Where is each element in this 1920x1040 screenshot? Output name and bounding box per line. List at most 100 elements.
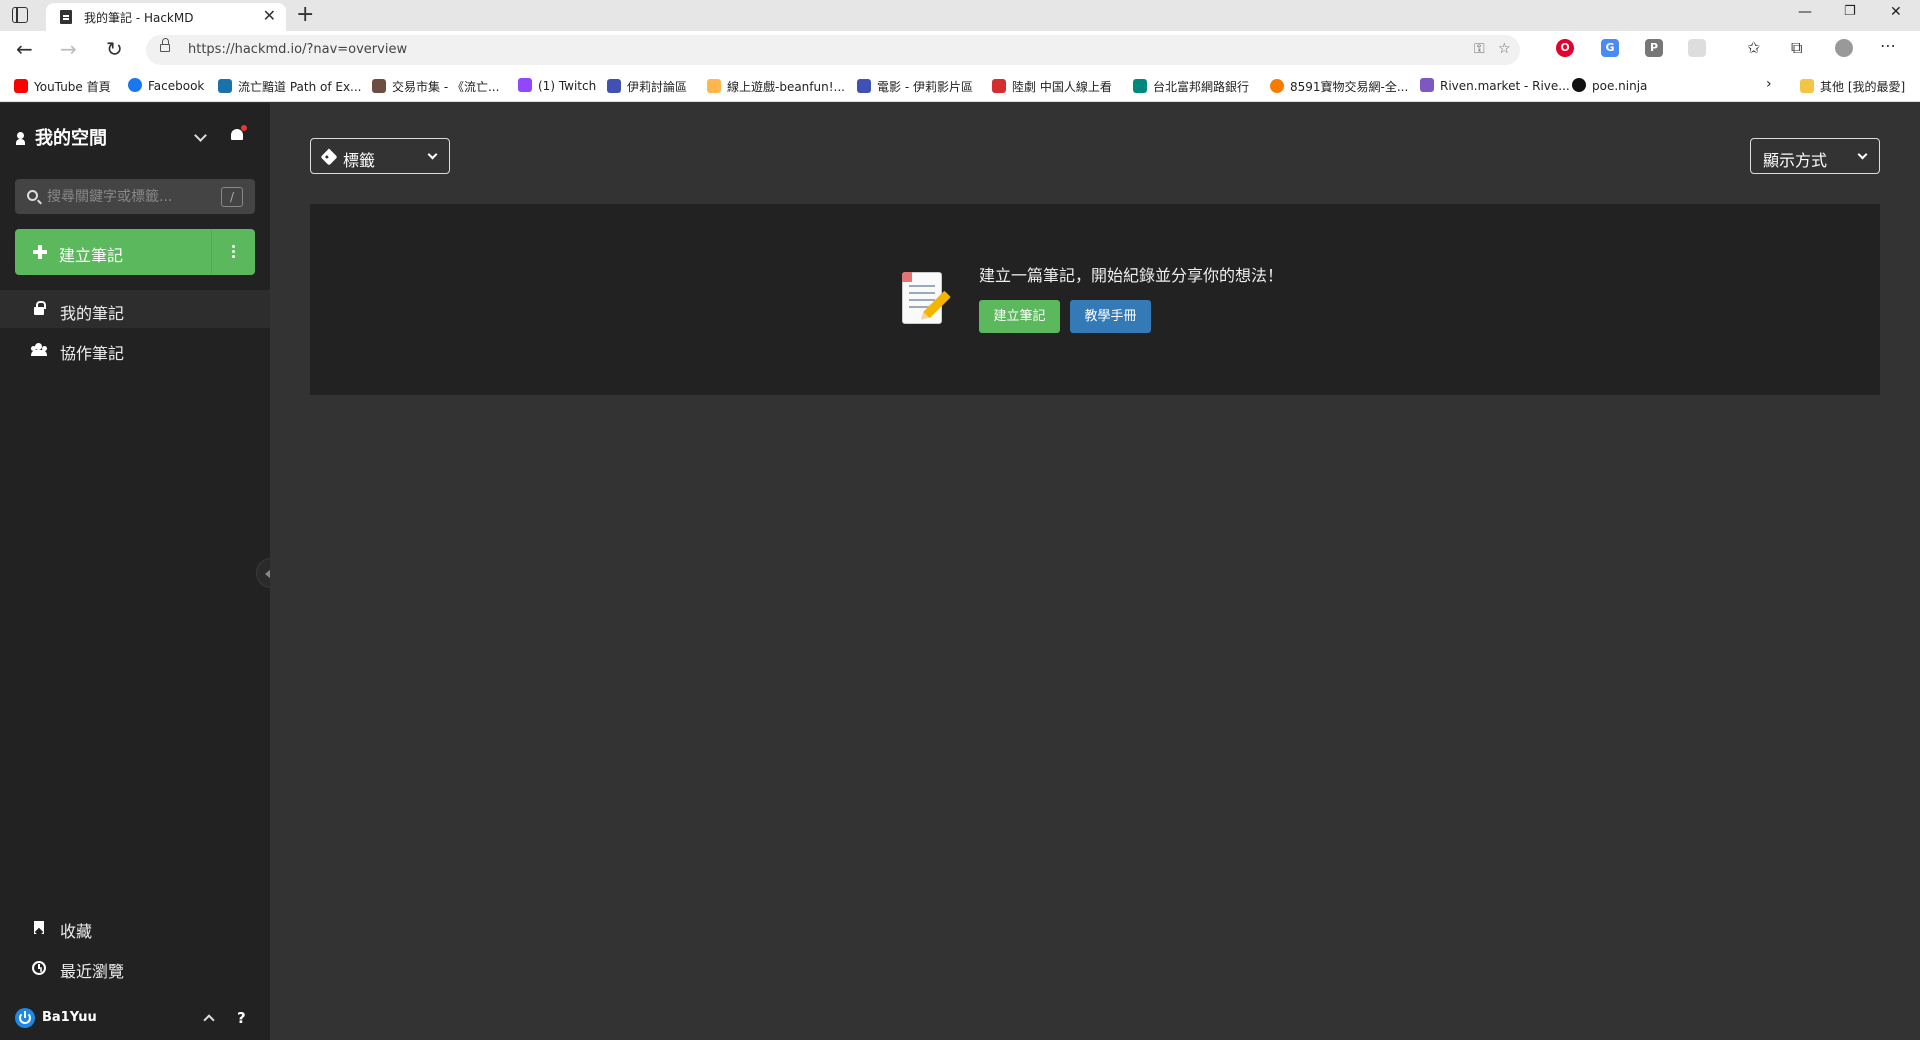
- bookmark-item[interactable]: 8591寶物交易網-全...: [1270, 78, 1408, 95]
- eyny-icon: [607, 79, 621, 93]
- bookmark-item[interactable]: 流亡黯道 Path of Ex...: [218, 78, 362, 95]
- p-extension-icon[interactable]: P: [1645, 39, 1663, 57]
- window-close-icon[interactable]: ✕: [1890, 4, 1902, 20]
- chevron-down-icon: [427, 149, 438, 160]
- bookmark-label: 台北富邦網路銀行: [1153, 80, 1250, 94]
- eyny-icon: [857, 79, 871, 93]
- document-icon: [60, 10, 72, 24]
- bell-icon[interactable]: [230, 125, 247, 142]
- bookmark-item[interactable]: YouTube 首頁: [14, 78, 111, 95]
- empty-state-panel: 建立一篇筆記，開始紀錄並分享你的想法！ 建立筆記 教學手冊: [310, 204, 1880, 395]
- bookmark-label: 交易市集 - 《流亡...: [392, 80, 500, 94]
- sidebar-item-label: 收藏: [60, 922, 93, 941]
- tab-actions-icon[interactable]: [12, 7, 28, 23]
- bookmark-label: Riven.market - Rive...: [1440, 79, 1570, 93]
- more-menu-icon[interactable]: ⋯: [1880, 36, 1896, 55]
- twitch-icon: [518, 78, 532, 92]
- 8591-icon: [1270, 79, 1284, 93]
- reload-icon[interactable]: ↻: [106, 38, 123, 60]
- close-tab-icon[interactable]: ✕: [263, 7, 276, 25]
- riven-icon: [1420, 78, 1434, 92]
- sidebar-item-label: 最近瀏覽: [60, 962, 125, 981]
- new-tab-button[interactable]: +: [296, 2, 314, 28]
- users-icon: [30, 343, 48, 357]
- folder-icon: [1800, 79, 1814, 93]
- url-text[interactable]: https://hackmd.io/?nav=overview: [188, 42, 407, 57]
- new-note-button[interactable]: 建立筆記: [15, 229, 211, 275]
- chevron-down-icon: [1857, 149, 1868, 160]
- facebook-icon: [128, 78, 142, 92]
- trade-icon: [372, 79, 386, 93]
- poe-ninja-icon: [1572, 78, 1586, 92]
- new-note-options-button[interactable]: [211, 229, 255, 275]
- restore-icon[interactable]: ❐: [1844, 4, 1856, 19]
- opera-extension-icon[interactable]: O: [1556, 39, 1574, 57]
- bookmark-label: YouTube 首頁: [34, 80, 111, 94]
- more-vertical-icon: [232, 245, 235, 248]
- space-title[interactable]: 我的空間: [16, 124, 107, 150]
- bookmark-label: 陸劇 中国人線上看: [1012, 80, 1112, 94]
- sidebar-item-team-notes[interactable]: 協作筆記: [0, 330, 270, 368]
- bookmark-item[interactable]: 交易市集 - 《流亡...: [372, 78, 499, 95]
- bookmark-label: 8591寶物交易網-全...: [1290, 80, 1409, 94]
- clock-icon: [32, 961, 46, 975]
- bookmark-item[interactable]: (1) Twitch: [518, 78, 596, 93]
- bookmark-item[interactable]: 線上遊戲-beanfun!...: [707, 78, 845, 95]
- extension-icon[interactable]: [1688, 39, 1706, 57]
- bookmarks-overflow-icon[interactable]: ›: [1766, 76, 1772, 92]
- bookmark-item[interactable]: Facebook: [128, 78, 204, 93]
- new-note-button-group: 建立筆記: [15, 229, 255, 275]
- bookmark-item[interactable]: 陸劇 中国人線上看: [992, 78, 1112, 95]
- bookmark-label: (1) Twitch: [538, 79, 597, 93]
- user-icon: [16, 132, 25, 145]
- tag-icon: [320, 148, 338, 166]
- sidebar-item-favorites[interactable]: 收藏: [0, 908, 270, 946]
- bookmark-item[interactable]: Riven.market - Rive...: [1420, 78, 1570, 93]
- forward-icon[interactable]: →: [60, 38, 77, 60]
- bookmark-label: 線上遊戲-beanfun!...: [727, 80, 845, 94]
- favorites-icon[interactable]: ✩: [1747, 38, 1760, 57]
- browser-toolbar: ← → ↻ https://hackmd.io/?nav=overview ⚿ …: [0, 31, 1920, 69]
- create-note-button[interactable]: 建立筆記: [979, 300, 1060, 333]
- add-favorite-icon[interactable]: ☆: [1498, 41, 1511, 57]
- bookmark-item[interactable]: 台北富邦網路銀行: [1133, 78, 1249, 95]
- translate-extension-icon[interactable]: G: [1601, 39, 1619, 57]
- poe-icon: [218, 79, 232, 93]
- search-input[interactable]: [47, 179, 227, 214]
- power-icon[interactable]: [15, 1008, 35, 1028]
- bookmark-label: 流亡黯道 Path of Ex...: [238, 80, 362, 94]
- address-bar[interactable]: https://hackmd.io/?nav=overview ⚿ ☆: [146, 35, 1520, 65]
- chevron-down-icon[interactable]: [194, 129, 207, 142]
- bookmark-label: 電影 - 伊莉影片區: [877, 80, 973, 94]
- sidebar-item-label: 協作筆記: [60, 344, 125, 363]
- key-icon[interactable]: ⚿: [1474, 41, 1485, 57]
- bookmark-icon: [34, 921, 44, 934]
- search-box: /: [15, 179, 255, 214]
- bookmark-item[interactable]: poe.ninja: [1572, 78, 1647, 93]
- other-bookmarks-folder[interactable]: 其他 [我的最愛]: [1800, 78, 1905, 95]
- display-mode-label: 顯示方式: [1763, 151, 1828, 170]
- sidebar-item-recent[interactable]: 最近瀏覽: [0, 948, 270, 986]
- lock-icon[interactable]: [160, 38, 170, 52]
- tag-filter-dropdown[interactable]: 標籤: [310, 138, 450, 174]
- browser-tab[interactable]: 我的筆記 - HackMD ✕: [46, 3, 286, 31]
- drama-icon: [992, 79, 1006, 93]
- minimize-icon[interactable]: —: [1798, 4, 1812, 20]
- bookmark-item[interactable]: 電影 - 伊莉影片區: [857, 78, 973, 95]
- display-mode-dropdown[interactable]: 顯示方式: [1750, 138, 1880, 174]
- tutorial-button[interactable]: 教學手冊: [1070, 300, 1151, 333]
- bookmark-label: poe.ninja: [1592, 79, 1648, 93]
- collections-icon[interactable]: ⧉: [1791, 38, 1802, 58]
- chevron-up-icon[interactable]: [203, 1014, 215, 1026]
- bookmark-label: 伊莉討論區: [627, 80, 688, 94]
- sidebar-item-my-notes[interactable]: 我的筆記: [0, 290, 270, 328]
- search-icon: [27, 190, 38, 201]
- bookmarks-bar: YouTube 首頁 Facebook 流亡黯道 Path of Ex... 交…: [0, 69, 1920, 102]
- username[interactable]: Ba1Yuu: [42, 1010, 97, 1025]
- tag-filter-label: 標籤: [343, 151, 376, 170]
- search-shortcut-key: /: [221, 187, 243, 207]
- bookmark-item[interactable]: 伊莉討論區: [607, 78, 687, 95]
- profile-avatar[interactable]: [1835, 39, 1853, 57]
- back-icon[interactable]: ←: [16, 38, 33, 60]
- help-icon[interactable]: ?: [237, 1009, 246, 1027]
